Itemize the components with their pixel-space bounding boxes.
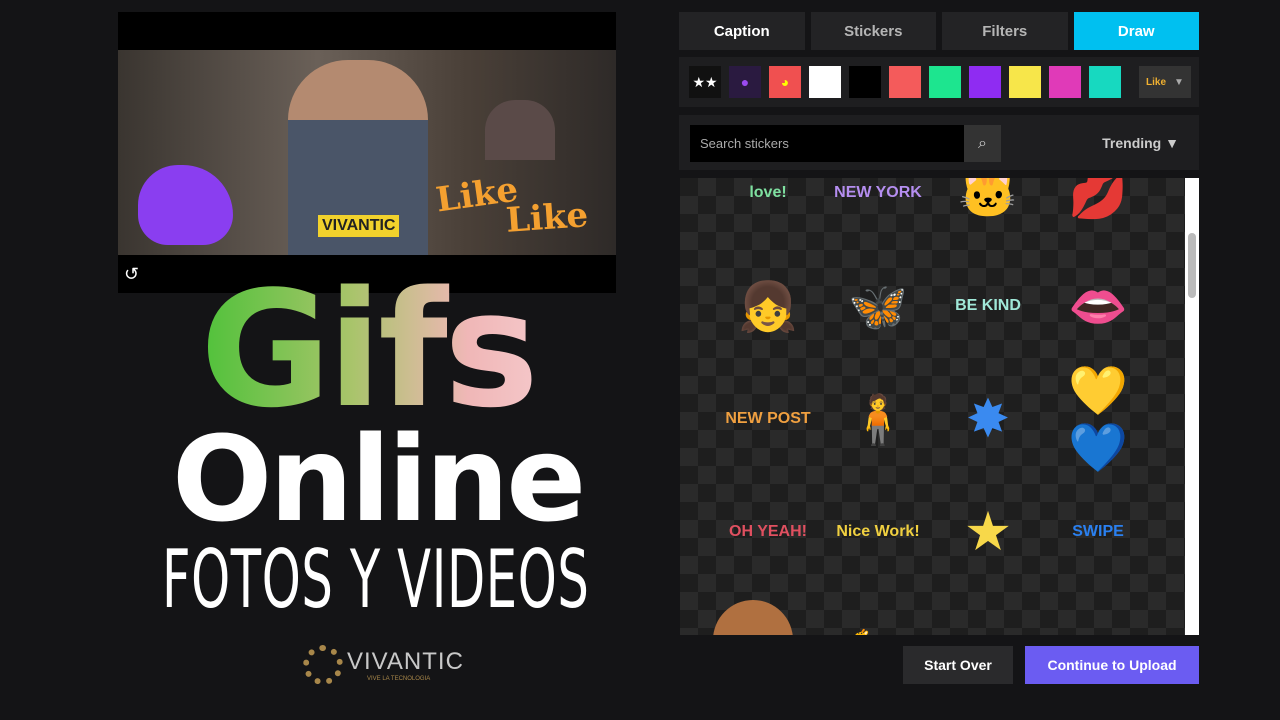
logo-tagline: VIVE LA TECNOLOGIA [367, 676, 431, 682]
continue-to-upload-button[interactable]: Continue to Upload [1025, 646, 1199, 684]
sticker-item[interactable]: SWIPE [1043, 477, 1153, 587]
style-dropdown[interactable]: Like ▼ [1139, 66, 1191, 98]
sticker-item[interactable]: ✸ [933, 364, 1043, 474]
color-swatch-green[interactable] [929, 66, 961, 98]
llama-sticker-icon[interactable]: ● [729, 66, 761, 98]
color-swatch-white[interactable] [809, 66, 841, 98]
sticker-item[interactable]: 🦋 [823, 251, 933, 361]
color-swatch-black[interactable] [849, 66, 881, 98]
color-swatch-teal[interactable] [1089, 66, 1121, 98]
sticker-item[interactable]: SHOOK! [933, 590, 1043, 635]
sticker-grid: love! NEW YORK 🐱 💋 👧 🦋 BE KIND 👄 NEW POST 🧍 ✸ 💛💙 OH … [680, 178, 1185, 635]
sticker-item[interactable]: IS IT Friday [1043, 590, 1153, 635]
sticker-item[interactable]: love! [713, 178, 823, 248]
caption-sticker[interactable]: VIVANTIC [318, 215, 400, 237]
color-swatch-purple[interactable] [969, 66, 1001, 98]
start-over-button[interactable]: Start Over [903, 646, 1013, 684]
sticker-item[interactable]: NEW YORK [823, 178, 933, 248]
sticker-item[interactable]: ★ [933, 477, 1043, 587]
title-gifs: Gifs [200, 256, 539, 443]
cat-sticker-icon[interactable]: ◕ [769, 66, 801, 98]
sticker-item[interactable]: 👄 [1043, 251, 1153, 361]
tab-stickers[interactable]: Stickers [810, 12, 936, 50]
girl-sticker[interactable] [485, 100, 555, 160]
title-online: Online [172, 410, 586, 548]
search-bar: Search stickers ⌕ Trending ▼ [679, 115, 1199, 170]
sticker-item[interactable]: BE KIND [933, 251, 1043, 361]
sticker-item[interactable] [713, 600, 793, 635]
color-swatch-pink[interactable] [1049, 66, 1081, 98]
sticker-item[interactable]: 🧍 [823, 364, 933, 474]
style-dropdown-label: Like [1146, 76, 1167, 88]
scrollbar[interactable] [1185, 178, 1199, 635]
subtitle: FOTOS Y VIDEOS [162, 533, 590, 626]
color-swatch-yellow[interactable] [1009, 66, 1041, 98]
dog-sticker[interactable] [138, 165, 233, 245]
sticker-item[interactable]: 🐆 [823, 590, 933, 636]
caret-down-icon: ▼ [1165, 135, 1179, 151]
tab-draw[interactable]: Draw [1073, 12, 1199, 50]
color-swatch-red[interactable] [889, 66, 921, 98]
tab-caption[interactable]: Caption [679, 12, 805, 50]
sticker-item[interactable]: NEW POST [713, 364, 823, 474]
replay-icon[interactable]: ↺ [124, 264, 139, 285]
scrollbar-thumb[interactable] [1188, 233, 1196, 298]
caret-down-icon: ▼ [1174, 76, 1184, 88]
sticker-item[interactable]: 👧 [713, 251, 823, 361]
gif-preview: VIVANTIC Like Like ↺ [118, 12, 616, 293]
tab-filters[interactable]: Filters [942, 12, 1068, 50]
sticker-item[interactable]: OH YEAH! [713, 477, 823, 587]
search-input[interactable]: Search stickers [690, 125, 964, 162]
style-toolbar: ★★ ● ◕ Like ▼ [679, 57, 1199, 107]
video-frame: VIVANTIC Like Like [118, 50, 616, 255]
sort-label: Trending [1102, 135, 1162, 151]
sticker-item[interactable]: 💛💙 [1043, 364, 1153, 475]
vivantic-logo: VIVANTIC VIVE LA TECNOLOGIA [303, 645, 464, 685]
sticker-item[interactable]: Nice Work! [823, 477, 933, 587]
sun-icon [303, 645, 343, 685]
like-sticker[interactable]: Like [505, 195, 590, 241]
editor-tabs: Caption Stickers Filters Draw [679, 12, 1199, 50]
logo-name: VIVANTIC [347, 648, 464, 675]
sort-dropdown[interactable]: Trending ▼ [1102, 135, 1179, 151]
stars-icon[interactable]: ★★ [689, 66, 721, 98]
sticker-item[interactable]: 💋 [1043, 178, 1153, 248]
sticker-item[interactable]: 🐱 [933, 178, 1043, 248]
search-icon[interactable]: ⌕ [964, 125, 1001, 162]
